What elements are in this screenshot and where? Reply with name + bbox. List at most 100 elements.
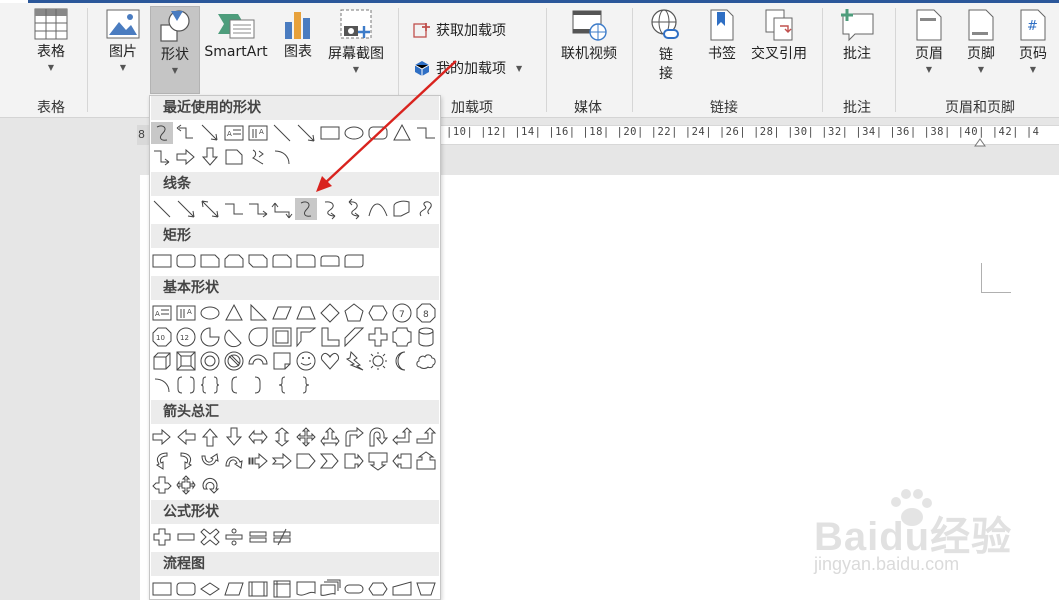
shape-half-frame[interactable]: [295, 326, 317, 348]
shape-diagonal-stripe[interactable]: [343, 326, 365, 348]
shape-recent-down-arrow[interactable]: [199, 146, 221, 168]
shape-trapezoid[interactable]: [295, 302, 317, 324]
shape-frame[interactable]: [271, 326, 293, 348]
shape-not-equal[interactable]: [271, 526, 293, 548]
shape-notched-right-arrow[interactable]: [271, 450, 293, 472]
shape-round-diagonal[interactable]: [343, 250, 365, 272]
get-addins-button[interactable]: 获取加载项: [412, 17, 506, 43]
shape-text-box[interactable]: A: [151, 302, 173, 324]
shape-elbow-double-arrow[interactable]: [271, 198, 293, 220]
shape-recent-arrow-line[interactable]: [199, 122, 221, 144]
shape-flowchart-process[interactable]: [151, 578, 173, 599]
shape-snip-round[interactable]: [271, 250, 293, 272]
shape-arc[interactable]: [151, 374, 173, 396]
shape-snip-same-side[interactable]: [223, 250, 245, 272]
chart-button[interactable]: 图表: [275, 6, 321, 94]
shape-left-bracket[interactable]: [223, 374, 245, 396]
shape-curved-right-arrow[interactable]: [151, 450, 173, 472]
page-number-button[interactable]: # 页码 ▼: [1010, 6, 1056, 94]
shape-curve[interactable]: [367, 198, 389, 220]
online-video-button[interactable]: 联机视频: [556, 6, 622, 94]
shape-smiley-face[interactable]: [295, 350, 317, 372]
indent-marker-icon[interactable]: [974, 137, 986, 147]
shape-right-triangle[interactable]: [247, 302, 269, 324]
shape-up-arrow[interactable]: [199, 426, 221, 448]
shape-recent-arrow-line[interactable]: [295, 122, 317, 144]
shape-flowchart-alternate-process[interactable]: [175, 578, 197, 599]
shape-cross[interactable]: [367, 326, 389, 348]
shape-no-symbol[interactable]: [223, 350, 245, 372]
shape-recent-lightning[interactable]: [247, 146, 269, 168]
shape-curved-down-arrow[interactable]: [223, 450, 245, 472]
shape-snip-single-corner[interactable]: [199, 250, 221, 272]
shape-recent-oval[interactable]: [343, 122, 365, 144]
shape-hexagon[interactable]: [367, 302, 389, 324]
shape-pie[interactable]: [199, 326, 221, 348]
shape-recent-elbow-arrow[interactable]: [151, 146, 173, 168]
shape-cloud[interactable]: [415, 350, 437, 372]
shape-flowchart-manual-input[interactable]: [391, 578, 413, 599]
bookmark-button[interactable]: 书签: [702, 6, 742, 94]
shape-sun[interactable]: [367, 350, 389, 372]
shape-left-right-up-arrow[interactable]: [319, 426, 341, 448]
shape-up-arrow-callout[interactable]: [415, 450, 437, 472]
shape-elbow-arrow[interactable]: [247, 198, 269, 220]
shape-recent-elbow-line[interactable]: [415, 122, 437, 144]
shape-flowchart-terminator[interactable]: [343, 578, 365, 599]
shape-bent-up-arrow[interactable]: [415, 426, 437, 448]
shape-bent-arrow[interactable]: [343, 426, 365, 448]
shape-chevron[interactable]: [319, 450, 341, 472]
shape-quad-arrow[interactable]: [295, 426, 317, 448]
shape-recent-vertical-text-box[interactable]: A: [247, 122, 269, 144]
shape-right-bracket[interactable]: [247, 374, 269, 396]
shape-recent-arc[interactable]: [271, 146, 293, 168]
shape-left-arrow-callout[interactable]: [391, 450, 413, 472]
shape-rounded-rectangle[interactable]: [175, 250, 197, 272]
comment-button[interactable]: 批注: [832, 6, 882, 94]
shape-teardrop[interactable]: [247, 326, 269, 348]
shape-curved-up-arrow[interactable]: [199, 450, 221, 472]
shape-isosceles-triangle[interactable]: [223, 302, 245, 324]
shape-plus[interactable]: [151, 526, 173, 548]
shape-cube[interactable]: [151, 350, 173, 372]
shape-flowchart-multidocument[interactable]: [319, 578, 341, 599]
shape-equal[interactable]: [247, 526, 269, 548]
shape-round-same-side[interactable]: [319, 250, 341, 272]
shape-double-bracket[interactable]: [175, 374, 197, 396]
shape-line-double-arrow[interactable]: [199, 198, 221, 220]
shape-double-brace[interactable]: [199, 374, 221, 396]
shape-multiply[interactable]: [199, 526, 221, 548]
shape-quad-arrow-callout[interactable]: [175, 474, 197, 496]
shape-recent-rectangle[interactable]: [319, 122, 341, 144]
smartart-button[interactable]: SmartArt: [202, 6, 270, 94]
shape-l-shape[interactable]: [319, 326, 341, 348]
shape-right-arrow[interactable]: [151, 426, 173, 448]
shape-circular-arrow[interactable]: [199, 474, 221, 496]
shape-dodecagon[interactable]: 12: [175, 326, 197, 348]
shape-curved-double-arrow[interactable]: [343, 198, 365, 220]
shape-flowchart-data[interactable]: [223, 578, 245, 599]
shape-donut[interactable]: [199, 350, 221, 372]
screenshot-button[interactable]: 屏幕截图 ▼: [322, 6, 390, 94]
shapes-button[interactable]: 形状 ▼: [150, 6, 200, 94]
shape-recent-elbow-connector[interactable]: [175, 122, 197, 144]
shape-folded-corner[interactable]: [271, 350, 293, 372]
shape-snip-diagonal[interactable]: [247, 250, 269, 272]
shape-chord[interactable]: [223, 326, 245, 348]
shape-recent-snip-rectangle[interactable]: [223, 146, 245, 168]
picture-button[interactable]: 图片 ▼: [100, 6, 146, 94]
shape-left-brace[interactable]: [271, 374, 293, 396]
shape-left-up-arrow[interactable]: [391, 426, 413, 448]
shape-recent-right-arrow[interactable]: [175, 146, 197, 168]
shape-right-brace[interactable]: [295, 374, 317, 396]
shape-freeform[interactable]: [391, 198, 413, 220]
shape-pentagon[interactable]: [343, 302, 365, 324]
shape-block-arc[interactable]: [247, 350, 269, 372]
shape-flowchart-decision[interactable]: [199, 578, 221, 599]
shape-striped-right-arrow[interactable]: [247, 450, 269, 472]
shape-heart[interactable]: [319, 350, 341, 372]
shape-curved-left-arrow[interactable]: [175, 450, 197, 472]
shape-right-arrow-callout[interactable]: [343, 450, 365, 472]
shape-oval[interactable]: [199, 302, 221, 324]
shape-recent-text-box[interactable]: A: [223, 122, 245, 144]
